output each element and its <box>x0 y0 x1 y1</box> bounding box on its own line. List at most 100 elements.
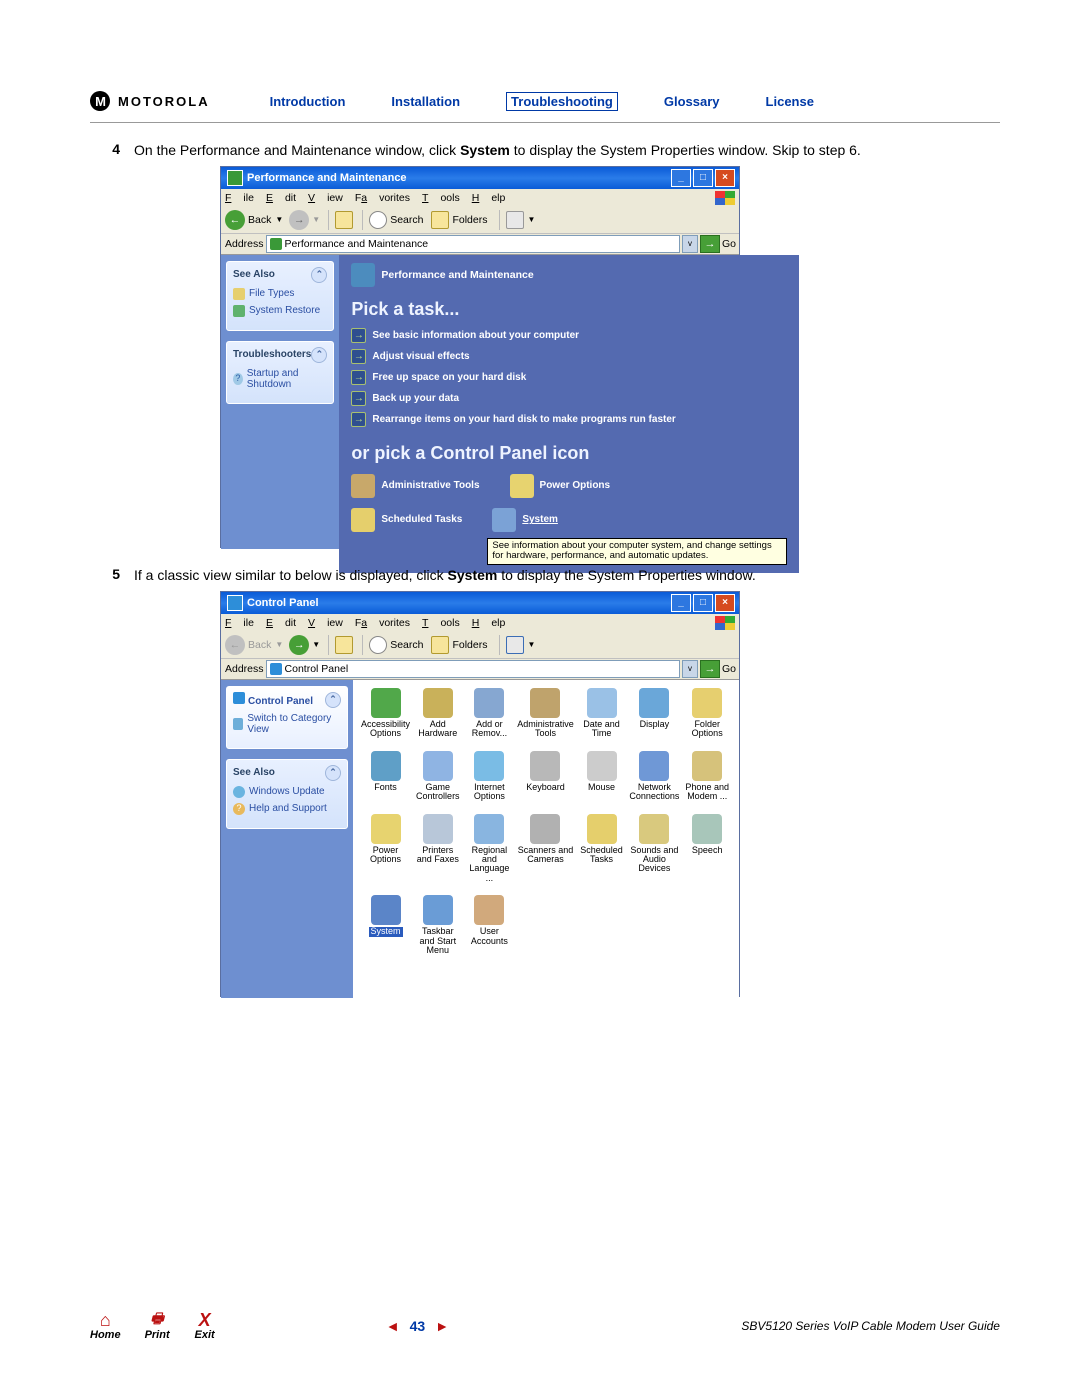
menu-edit[interactable]: Edit <box>266 192 296 204</box>
cp-icon-administrative-tools[interactable]: Administrative Tools <box>517 688 574 739</box>
back-button[interactable]: ← <box>225 210 245 230</box>
cp-icon-game-controllers[interactable]: Game Controllers <box>414 751 462 802</box>
applet-label: Folder Options <box>692 719 723 738</box>
menu-file[interactable]: File <box>225 617 254 629</box>
applet-label: Taskbar and Start Menu <box>420 926 457 955</box>
cp-icon-add-or-remov[interactable]: Add or Remov... <box>466 688 514 739</box>
menu-favorites[interactable]: Favorites <box>355 192 410 204</box>
applet-label: Game Controllers <box>416 782 460 801</box>
exit-icon: X <box>194 1311 216 1329</box>
link-help-support[interactable]: ?Help and Support <box>233 803 341 815</box>
cp-icon-sounds-and-audio-devices[interactable]: Sounds and Audio Devices <box>629 814 679 884</box>
menu-edit[interactable]: Edit <box>266 617 296 629</box>
link-system-restore[interactable]: System Restore <box>233 305 327 317</box>
cp-icon-date-and-time[interactable]: Date and Time <box>578 688 626 739</box>
close-button[interactable]: × <box>715 594 735 612</box>
next-page-arrow[interactable]: ► <box>435 1318 449 1334</box>
cp-icon-network-connections[interactable]: Network Connections <box>629 751 679 802</box>
link-windows-update[interactable]: Windows Update <box>233 786 341 798</box>
up-folder-button[interactable] <box>335 636 353 654</box>
icon-admin-tools[interactable]: Administrative Tools <box>351 474 479 498</box>
cp-icon-add-hardware[interactable]: Add Hardware <box>414 688 462 739</box>
menu-help[interactable]: Help <box>472 617 506 629</box>
nav-installation[interactable]: Installation <box>391 94 460 109</box>
task-visual-effects[interactable]: →Adjust visual effects <box>351 349 787 364</box>
cp-icon-system[interactable]: System <box>361 895 410 955</box>
icon-scheduled-tasks[interactable]: Scheduled Tasks <box>351 508 462 532</box>
applet-icon <box>423 895 453 925</box>
go-button[interactable]: → <box>700 660 720 678</box>
applet-label: Internet Options <box>474 782 505 801</box>
task-backup[interactable]: →Back up your data <box>351 391 787 406</box>
link-file-types[interactable]: File Types <box>233 288 327 300</box>
forward-button[interactable]: → <box>289 210 309 230</box>
task-rearrange[interactable]: →Rearrange items on your hard disk to ma… <box>351 412 787 427</box>
link-switch-category[interactable]: Switch to Category View <box>233 713 341 735</box>
icon-power-options[interactable]: Power Options <box>510 474 611 498</box>
cp-icon-phone-and-modem[interactable]: Phone and Modem ... <box>683 751 731 802</box>
cp-icon-fonts[interactable]: Fonts <box>361 751 410 802</box>
go-button[interactable]: → <box>700 235 720 253</box>
control-panel-icon <box>227 595 243 611</box>
menu-view[interactable]: View <box>308 617 343 629</box>
print-button[interactable]: 🖶Print <box>145 1311 170 1341</box>
task-basic-info[interactable]: →See basic information about your comput… <box>351 328 787 343</box>
views-button[interactable] <box>506 211 524 229</box>
up-folder-button[interactable] <box>335 211 353 229</box>
collapse-icon[interactable]: ⌃ <box>325 765 341 781</box>
link-startup-shutdown[interactable]: ?Startup and Shutdown <box>233 368 327 390</box>
menu-favorites[interactable]: Favorites <box>355 617 410 629</box>
task-free-space[interactable]: →Free up space on your hard disk <box>351 370 787 385</box>
cp-icon-speech[interactable]: Speech <box>683 814 731 884</box>
address-dropdown[interactable]: v <box>682 660 698 678</box>
home-button[interactable]: ⌂Home <box>90 1311 121 1341</box>
cp-icon-internet-options[interactable]: Internet Options <box>466 751 514 802</box>
search-icon[interactable] <box>369 211 387 229</box>
menu-help[interactable]: Help <box>472 192 506 204</box>
collapse-icon[interactable]: ⌃ <box>311 347 327 363</box>
address-input[interactable]: Control Panel <box>266 660 680 678</box>
page-navigation: ◄ 43 ► <box>386 1318 449 1334</box>
cp-icon-mouse[interactable]: Mouse <box>578 751 626 802</box>
menu-view[interactable]: View <box>308 192 343 204</box>
applet-label: Display <box>640 719 670 729</box>
address-dropdown[interactable]: v <box>682 235 698 253</box>
maximize-button[interactable]: □ <box>693 169 713 187</box>
search-icon[interactable] <box>369 636 387 654</box>
exit-button[interactable]: XExit <box>194 1311 216 1341</box>
cp-icon-folder-options[interactable]: Folder Options <box>683 688 731 739</box>
collapse-icon[interactable]: ⌃ <box>311 267 327 283</box>
step-5: 5 If a classic view similar to below is … <box>90 566 1000 585</box>
cp-icon-regional-and-language[interactable]: Regional and Language ... <box>466 814 514 884</box>
nav-license[interactable]: License <box>766 94 814 109</box>
views-button[interactable] <box>506 636 524 654</box>
nav-troubleshooting[interactable]: Troubleshooting <box>506 92 618 111</box>
cp-icon-taskbar-and-start-menu[interactable]: Taskbar and Start Menu <box>414 895 462 955</box>
maximize-button[interactable]: □ <box>693 594 713 612</box>
forward-button[interactable]: → <box>289 635 309 655</box>
cp-icon-scheduled-tasks[interactable]: Scheduled Tasks <box>578 814 626 884</box>
nav-glossary[interactable]: Glossary <box>664 94 720 109</box>
cp-icon-display[interactable]: Display <box>629 688 679 739</box>
prev-page-arrow[interactable]: ◄ <box>386 1318 400 1334</box>
minimize-button[interactable]: _ <box>671 169 691 187</box>
applet-label: Sounds and Audio Devices <box>630 845 678 874</box>
icon-system[interactable]: System <box>492 508 558 532</box>
collapse-icon[interactable]: ⌃ <box>325 692 341 708</box>
cp-icon-user-accounts[interactable]: User Accounts <box>466 895 514 955</box>
address-icon <box>270 663 282 675</box>
folders-icon[interactable] <box>431 636 449 654</box>
cp-icon-scanners-and-cameras[interactable]: Scanners and Cameras <box>517 814 574 884</box>
cp-icon-power-options[interactable]: Power Options <box>361 814 410 884</box>
nav-introduction[interactable]: Introduction <box>270 94 346 109</box>
minimize-button[interactable]: _ <box>671 594 691 612</box>
cp-icon-accessibility-options[interactable]: Accessibility Options <box>361 688 410 739</box>
folders-icon[interactable] <box>431 211 449 229</box>
menu-tools[interactable]: Tools <box>422 192 460 204</box>
menu-tools[interactable]: Tools <box>422 617 460 629</box>
menu-file[interactable]: File <box>225 192 254 204</box>
cp-icon-printers-and-faxes[interactable]: Printers and Faxes <box>414 814 462 884</box>
close-button[interactable]: × <box>715 169 735 187</box>
cp-icon-keyboard[interactable]: Keyboard <box>517 751 574 802</box>
address-input[interactable]: Performance and Maintenance <box>266 235 680 253</box>
